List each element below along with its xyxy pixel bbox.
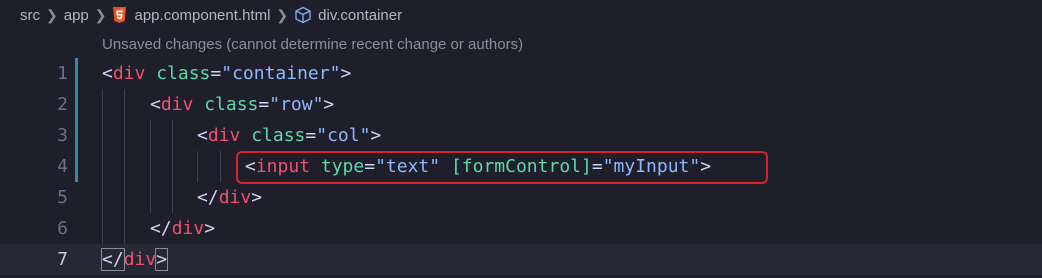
chevron-right-icon: ❯: [94, 6, 107, 23]
code-line[interactable]: 6 </div>: [0, 213, 1042, 244]
code-line[interactable]: 5 </div>: [0, 182, 1042, 213]
equals-token: =: [305, 125, 317, 146]
html5-icon: [113, 7, 127, 23]
attribute-token: class: [156, 63, 211, 84]
line-number: 7: [57, 249, 68, 270]
breadcrumb: src ❯ app ❯ app.component.html ❯ div.con…: [0, 0, 1042, 30]
indent-guide: [197, 151, 198, 182]
chevron-right-icon: ❯: [46, 6, 58, 23]
line-number: 3: [57, 125, 68, 146]
line-number: 2: [57, 94, 68, 115]
code-text[interactable]: </div>: [150, 218, 215, 239]
code-text[interactable]: </div>: [101, 248, 169, 271]
codelens-unsaved-changes[interactable]: Unsaved changes (cannot determine recent…: [102, 36, 523, 53]
chevron-right-icon: ❯: [276, 6, 289, 23]
punctuation-token: </: [197, 187, 219, 208]
tag-name-token: div: [160, 94, 194, 115]
punctuation-token: >: [370, 125, 382, 146]
punctuation-token: >: [204, 218, 216, 239]
punctuation-token: [193, 94, 204, 115]
indent-guide: [150, 120, 151, 213]
tag-name-token: div: [112, 63, 146, 84]
code-text[interactable]: </div>: [197, 187, 262, 208]
highlight-box: [236, 151, 768, 184]
tag-name-token: div: [218, 187, 252, 208]
line-number: 4: [57, 156, 68, 177]
breadcrumb-symbol[interactable]: div.container: [318, 7, 402, 24]
string-token: "container": [221, 63, 341, 84]
attribute-token: class: [251, 125, 306, 146]
punctuation-token: <: [150, 94, 161, 115]
code-text[interactable]: <div class="col">: [197, 125, 381, 146]
code-line-current[interactable]: 7 </div>: [0, 244, 1042, 275]
punctuation-token: <: [102, 63, 113, 84]
cube-icon: [294, 6, 312, 24]
punctuation-token: [240, 125, 251, 146]
indent-guide: [124, 89, 125, 244]
tag-name-token: div: [123, 249, 157, 270]
line-number: 1: [57, 63, 68, 84]
tag-name-token: div: [207, 125, 241, 146]
attribute-token: class: [204, 94, 259, 115]
code-line[interactable]: 1 <div class="container">: [0, 58, 1042, 89]
string-token: "col": [316, 125, 371, 146]
indent-guide: [172, 120, 173, 213]
punctuation-token: [145, 63, 156, 84]
punctuation-token: </: [101, 248, 125, 271]
indent-guide: [220, 151, 221, 182]
line-number: 6: [57, 218, 68, 239]
equals-token: =: [210, 63, 222, 84]
punctuation-token: <: [197, 125, 208, 146]
code-line[interactable]: 2 <div class="row">: [0, 89, 1042, 120]
string-token: "row": [269, 94, 324, 115]
breadcrumb-src[interactable]: src: [20, 7, 40, 24]
punctuation-token: </: [150, 218, 172, 239]
punctuation-token: >: [251, 187, 263, 208]
code-text[interactable]: <div class="row">: [150, 94, 334, 115]
equals-token: =: [258, 94, 270, 115]
breadcrumb-app[interactable]: app: [64, 7, 89, 24]
indent-guide: [102, 89, 103, 244]
code-line[interactable]: 3 <div class="col">: [0, 120, 1042, 151]
line-number: 5: [57, 187, 68, 208]
tag-name-token: div: [171, 218, 205, 239]
punctuation-token: >: [155, 248, 169, 271]
punctuation-token: >: [323, 94, 335, 115]
punctuation-token: >: [340, 63, 352, 84]
breadcrumb-file[interactable]: app.component.html: [135, 7, 271, 24]
code-text[interactable]: <div class="container">: [102, 63, 351, 84]
